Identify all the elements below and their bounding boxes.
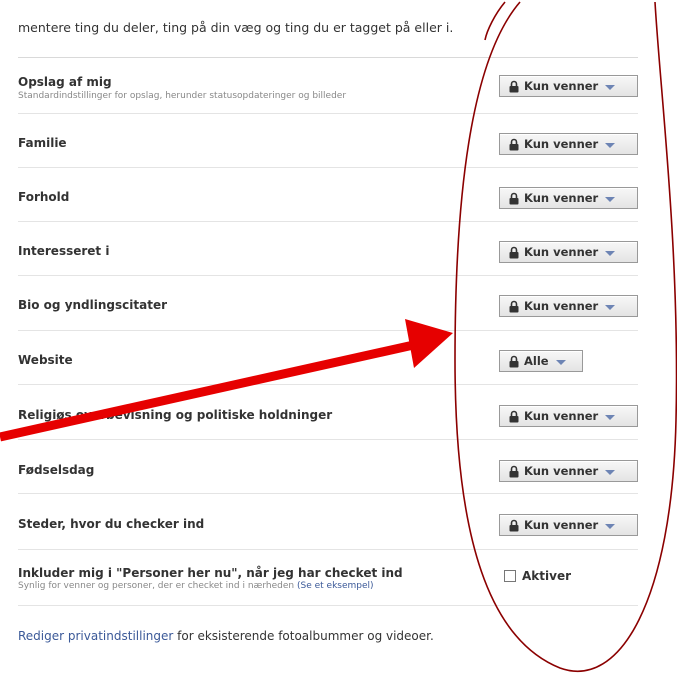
row-label: Familie: [18, 136, 67, 150]
privacy-settings-list: Opslag af mig Standardindstillinger for …: [18, 57, 638, 606]
chevron-down-icon: [605, 250, 616, 256]
see-example-link[interactable]: (Se et eksempel): [297, 581, 374, 591]
settings-row-website: Website Alle: [18, 331, 638, 385]
chevron-down-icon: [555, 359, 566, 365]
row-label: Inkluder mig i "Personer her nu", når je…: [18, 566, 403, 580]
row-label: Fødselsdag: [18, 463, 95, 477]
footer-rest-text: for eksisterende fotoalbummer og videoer…: [173, 629, 434, 643]
chevron-down-icon: [605, 84, 616, 90]
settings-row-relationship: Forhold Kun venner: [18, 168, 638, 222]
lock-icon: [509, 138, 519, 150]
privacy-selector-family[interactable]: Kun venner: [499, 133, 638, 155]
settings-row-posts-by-me: Opslag af mig Standardindstillinger for …: [18, 58, 638, 114]
lock-icon: [509, 246, 519, 258]
chevron-down-icon: [605, 196, 616, 202]
annotation-ellipse-top: [484, 1, 506, 41]
privacy-selector-religion-politics[interactable]: Kun venner: [499, 405, 638, 427]
activate-checkbox[interactable]: [504, 570, 516, 582]
chevron-down-icon: [605, 469, 616, 475]
privacy-selector-website[interactable]: Alle: [499, 350, 583, 372]
settings-row-religion-politics: Religiøs overbevisning og politiske hold…: [18, 385, 638, 440]
chevron-down-icon: [605, 414, 616, 420]
lock-icon: [509, 80, 519, 92]
settings-row-birthday: Fødselsdag Kun venner: [18, 440, 638, 494]
privacy-selector-check-ins[interactable]: Kun venner: [499, 514, 638, 536]
privacy-selector-bio-quotes[interactable]: Kun venner: [499, 295, 638, 317]
lock-icon: [509, 300, 519, 312]
lock-icon: [509, 465, 519, 477]
row-sublabel: Synlig for venner og personer, der er ch…: [18, 581, 374, 591]
row-label: Opslag af mig: [18, 75, 112, 89]
privacy-value: Kun venner: [524, 464, 599, 478]
privacy-value: Kun venner: [524, 79, 599, 93]
lock-icon: [509, 519, 519, 531]
settings-row-people-here-now: Inkluder mig i "Personer her nu", når je…: [18, 550, 638, 606]
intro-text: mentere ting du deler, ting på din væg o…: [18, 20, 454, 35]
privacy-selector-birthday[interactable]: Kun venner: [499, 460, 638, 482]
chevron-down-icon: [605, 142, 616, 148]
privacy-selector-interested-in[interactable]: Kun venner: [499, 241, 638, 263]
settings-row-family: Familie Kun venner: [18, 114, 638, 168]
row-label: Religiøs overbevisning og politiske hold…: [18, 408, 333, 422]
privacy-value: Alle: [524, 354, 549, 368]
chevron-down-icon: [605, 523, 616, 529]
lock-icon: [509, 192, 519, 204]
lock-icon: [509, 410, 519, 422]
row-sublabel: Standardindstillinger for opslag, herund…: [18, 91, 347, 101]
settings-row-bio-quotes: Bio og yndlingscitater Kun venner: [18, 276, 638, 331]
footer-text: Rediger privatindstillinger for eksister…: [18, 629, 434, 643]
activate-label[interactable]: Aktiver: [522, 569, 571, 583]
lock-icon: [509, 355, 519, 367]
row-label: Steder, hvor du checker ind: [18, 517, 205, 531]
row-label: Website: [18, 353, 73, 367]
privacy-value: Kun venner: [524, 245, 599, 259]
privacy-selector-posts-by-me[interactable]: Kun venner: [499, 75, 638, 97]
privacy-value: Kun venner: [524, 191, 599, 205]
row-label: Interesseret i: [18, 244, 110, 258]
row-label: Bio og yndlingscitater: [18, 298, 168, 312]
settings-row-interested-in: Interesseret i Kun venner: [18, 222, 638, 276]
privacy-value: Kun venner: [524, 518, 599, 532]
privacy-value: Kun venner: [524, 299, 599, 313]
privacy-value: Kun venner: [524, 409, 599, 423]
sublabel-text: Synlig for venner og personer, der er ch…: [18, 581, 295, 591]
privacy-selector-relationship[interactable]: Kun venner: [499, 187, 638, 209]
edit-privacy-link[interactable]: Rediger privatindstillinger: [18, 629, 173, 643]
settings-row-check-ins: Steder, hvor du checker ind Kun venner: [18, 494, 638, 550]
privacy-value: Kun venner: [524, 137, 599, 151]
chevron-down-icon: [605, 304, 616, 310]
row-label: Forhold: [18, 190, 70, 204]
